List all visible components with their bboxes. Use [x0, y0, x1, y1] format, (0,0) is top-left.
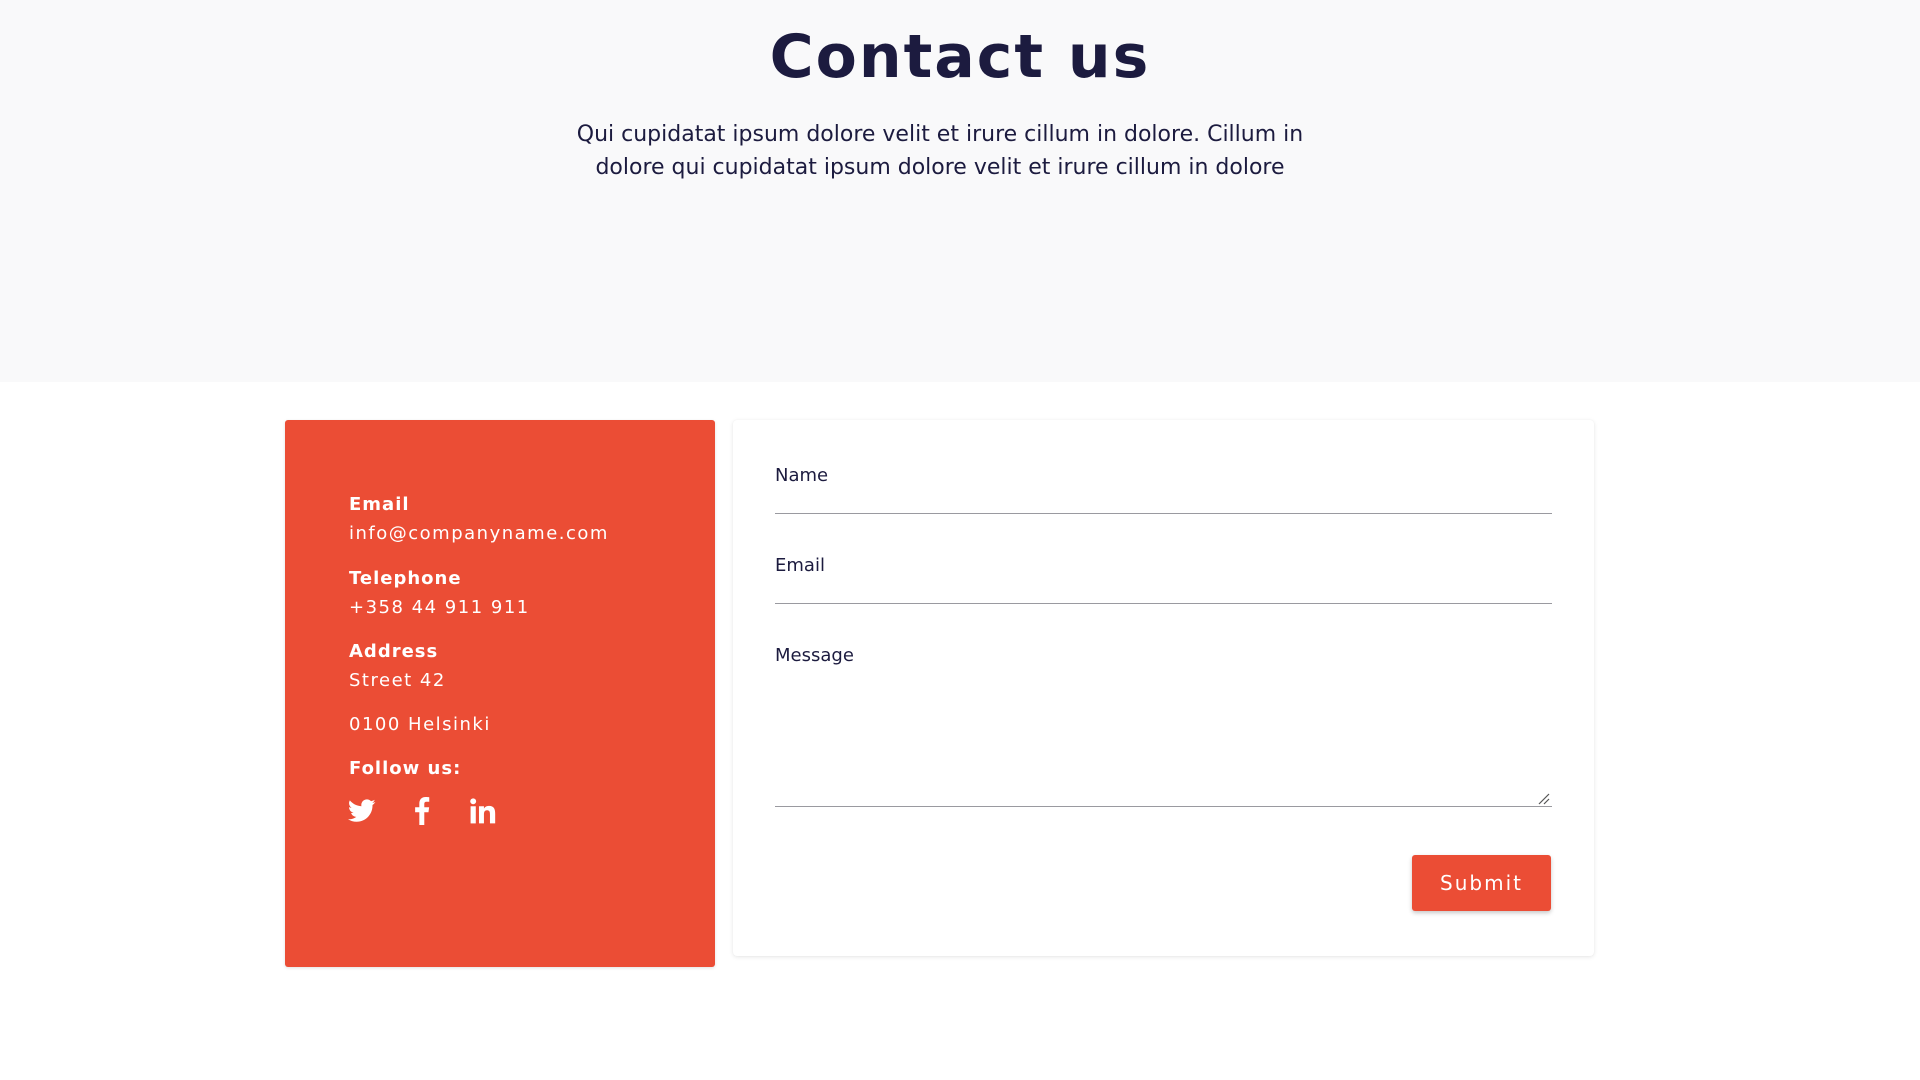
page-title: Contact us — [769, 22, 1151, 92]
page-description: Qui cupidatat ipsum dolore velit et irur… — [576, 122, 1304, 180]
address-city: 0100 Helsinki — [349, 714, 491, 735]
email-link[interactable]: info@companyname.com — [349, 523, 609, 544]
message-field-underline — [775, 806, 1552, 807]
telephone-label: Telephone — [349, 568, 462, 589]
message-label: Message — [775, 645, 854, 666]
message-field[interactable] — [775, 672, 1552, 802]
submit-button[interactable]: Submit — [1412, 855, 1551, 911]
contact-info-card: Email info@companyname.com Telephone +35… — [285, 420, 715, 967]
resize-handle-icon[interactable] — [1538, 793, 1550, 805]
email-field[interactable] — [775, 569, 1552, 603]
name-field[interactable] — [775, 479, 1552, 513]
address-street: Street 42 — [349, 670, 446, 691]
contact-form: Name Email Message Submit — [733, 420, 1594, 956]
linkedin-icon[interactable] — [468, 796, 498, 826]
email-field-underline — [775, 603, 1552, 604]
twitter-icon[interactable] — [347, 796, 377, 826]
telephone-link[interactable]: +358 44 911 911 — [349, 597, 530, 618]
follow-us-label: Follow us: — [349, 758, 462, 779]
email-label: Email — [349, 494, 410, 515]
facebook-icon[interactable] — [407, 796, 437, 826]
address-label: Address — [349, 641, 439, 662]
name-field-underline — [775, 513, 1552, 514]
hero-section: Contact us Qui cupidatat ipsum dolore ve… — [0, 0, 1920, 382]
